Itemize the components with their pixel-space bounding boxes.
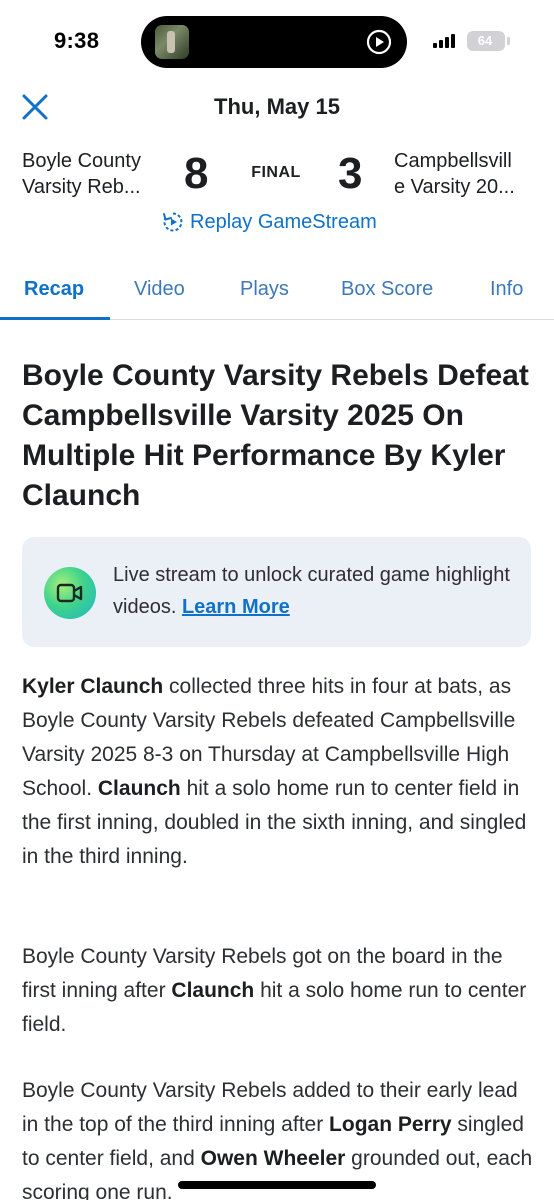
home-score: 8 — [184, 149, 209, 198]
away-team-name-line2: e Varsity 20... — [394, 176, 515, 198]
player-name: Logan Perry — [329, 1113, 452, 1136]
cellular-signal-icon — [433, 34, 459, 48]
away-team-name-line1: Campbellsvill — [394, 150, 512, 172]
active-tab-indicator — [0, 317, 110, 320]
now-playing-thumbnail-icon — [155, 25, 189, 59]
tab-video[interactable]: Video — [134, 278, 185, 301]
promo-message: Live stream to unlock curated game highl… — [113, 559, 513, 623]
replay-gamestream-label: Replay GameStream — [190, 210, 377, 233]
article-paragraph-2: Boyle County Varsity Rebels got on the b… — [22, 940, 534, 1042]
tab-recap[interactable]: Recap — [24, 278, 84, 301]
away-score: 3 — [338, 149, 363, 198]
home-team-name[interactable]: Boyle County Varsity Reb... — [22, 148, 162, 200]
replay-gamestream-button[interactable]: Replay GameStream — [162, 208, 377, 236]
status-time: 9:38 — [54, 28, 100, 53]
player-name: Owen Wheeler — [200, 1147, 346, 1170]
tab-bar: Recap Video Plays Box Score Info — [0, 262, 554, 320]
battery-icon: 64 — [467, 31, 505, 51]
battery-nub — [507, 37, 510, 45]
dynamic-island[interactable] — [141, 16, 407, 68]
promo-text: Live stream to unlock curated game highl… — [113, 564, 510, 618]
battery-level: 64 — [477, 33, 493, 48]
player-name: Kyler Claunch — [22, 675, 164, 698]
learn-more-link[interactable]: Learn More — [182, 596, 290, 618]
tab-info[interactable]: Info — [490, 278, 523, 301]
article-paragraph-1: Kyler Claunch collected three hits in fo… — [22, 670, 534, 874]
player-name: Claunch — [171, 979, 255, 1002]
home-indicator[interactable] — [178, 1181, 376, 1189]
home-team-name-line2: Varsity Reb... — [22, 176, 141, 198]
replay-icon — [163, 212, 183, 232]
game-date: Thu, May 15 — [214, 94, 340, 119]
player-name: Claunch — [97, 777, 181, 800]
livestream-promo-banner[interactable]: Live stream to unlock curated game highl… — [22, 537, 531, 647]
home-team-name-line1: Boyle County — [22, 150, 141, 172]
away-team-name[interactable]: Campbellsvill e Varsity 20... — [394, 148, 539, 200]
tab-box-score[interactable]: Box Score — [341, 278, 433, 301]
video-camera-icon — [44, 567, 96, 619]
tab-plays[interactable]: Plays — [240, 278, 289, 301]
game-status-label: FINAL — [251, 164, 301, 181]
play-icon — [366, 29, 392, 55]
article-headline: Boyle County Varsity Rebels Defeat Campb… — [22, 359, 529, 512]
status-bar: 9:38 64 — [0, 0, 554, 84]
